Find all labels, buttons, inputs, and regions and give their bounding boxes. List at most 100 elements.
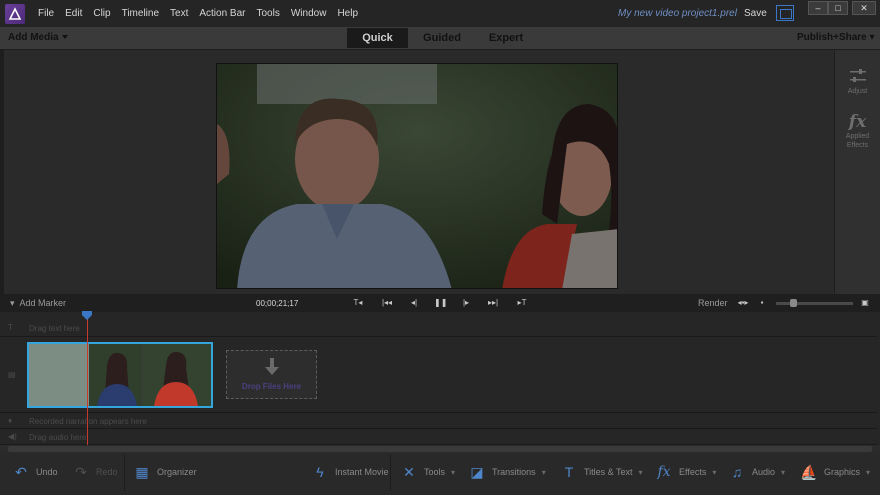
separator bbox=[390, 455, 391, 491]
organizer-button[interactable]: ▦ Organizer bbox=[133, 461, 197, 483]
goto-start-icon[interactable]: T◂ bbox=[352, 298, 364, 308]
music-note-icon: ♫ bbox=[731, 464, 743, 480]
add-marker-label: Add Marker bbox=[19, 298, 67, 308]
drop-files-label: Drop Files Here bbox=[241, 382, 302, 391]
timeline-scrollbar[interactable] bbox=[0, 445, 880, 453]
zoom-in-icon[interactable]: ▣ bbox=[859, 298, 871, 308]
effects-label: Effects bbox=[679, 467, 707, 477]
instant-movie-button[interactable]: ϟ Instant Movie bbox=[311, 461, 389, 483]
instant-movie-label: Instant Movie bbox=[335, 467, 389, 477]
transitions-icon: ◪ bbox=[470, 463, 484, 480]
timeline-toolbar: ▾ Add Marker 00;00;21;17 T◂ |◂◂ ◂| ❚❚ |▸… bbox=[0, 295, 880, 312]
arrow-down-icon bbox=[264, 358, 279, 375]
drop-files-zone[interactable]: Drop Files Here bbox=[226, 350, 317, 399]
audio-label: Audio bbox=[752, 467, 776, 477]
graphics-label: Graphics bbox=[824, 467, 861, 477]
narration-track[interactable]: ♦ Recorded narration appears here bbox=[0, 413, 877, 429]
organizer-label: Organizer bbox=[157, 467, 197, 477]
app-logo-icon bbox=[5, 3, 25, 24]
applied-effects-button[interactable]: fx Applied Effects bbox=[835, 112, 880, 150]
menu-window[interactable]: Window bbox=[291, 8, 327, 19]
scrollbar-thumb[interactable] bbox=[8, 446, 872, 452]
close-button[interactable]: ✕ bbox=[852, 1, 876, 15]
text-track[interactable]: T Drag text here bbox=[0, 312, 877, 337]
sliders-icon bbox=[849, 69, 866, 82]
undo-label: Undo bbox=[36, 467, 58, 477]
chevron-down-icon bbox=[61, 35, 68, 39]
menu-tools[interactable]: Tools bbox=[257, 8, 280, 19]
step-back-icon[interactable]: ◂| bbox=[408, 298, 420, 308]
chevron-down-icon: ▾ bbox=[451, 467, 456, 477]
menu-timeline[interactable]: Timeline bbox=[122, 8, 159, 19]
zoom-slider-track[interactable] bbox=[776, 302, 853, 305]
next-edit-icon[interactable]: ▸▸| bbox=[487, 298, 499, 308]
zoom-out-icon[interactable]: ▪ bbox=[756, 298, 768, 308]
audio-track-hint: Drag audio here bbox=[29, 433, 87, 442]
transitions-button[interactable]: ◪ Transitions ▾ bbox=[468, 461, 545, 483]
menu-help[interactable]: Help bbox=[337, 8, 358, 19]
audio-track[interactable]: ◀) Drag audio here bbox=[0, 429, 877, 445]
text-track-icon: T bbox=[8, 323, 13, 332]
redo-button[interactable]: ↷ Redo bbox=[72, 461, 118, 483]
add-marker-button[interactable]: ▾ Add Marker bbox=[10, 298, 66, 309]
pause-icon[interactable]: ❚❚ bbox=[434, 298, 447, 308]
redo-icon: ↷ bbox=[75, 463, 87, 480]
minimize-button[interactable]: ‒ bbox=[808, 1, 828, 15]
render-button[interactable]: Render bbox=[698, 298, 728, 308]
save-button[interactable]: Save bbox=[744, 8, 767, 19]
tab-expert[interactable]: Expert bbox=[478, 28, 534, 48]
speaker-icon: ◀) bbox=[8, 432, 17, 441]
chevron-down-icon: ▾ bbox=[638, 467, 643, 477]
fit-timeline-icon[interactable]: ◂▪▸ bbox=[737, 298, 749, 308]
titles-text-button[interactable]: T Titles & Text ▾ bbox=[560, 461, 643, 483]
add-media-button[interactable]: Add Media bbox=[8, 32, 68, 43]
action-bar: ↶ Undo ↷ Redo ▦ Organizer ϟ Instant Movie ✕ T… bbox=[0, 453, 880, 495]
timecode: 00;00;21;17 bbox=[256, 299, 299, 308]
clip-thumbnail bbox=[29, 344, 89, 406]
step-forward-icon[interactable]: |▸ bbox=[460, 298, 472, 308]
video-track-icon: ▤ bbox=[8, 370, 16, 379]
publish-share-button[interactable]: Publish+Share ▾ bbox=[797, 32, 875, 43]
tools-label: Tools bbox=[424, 467, 446, 477]
zoom-slider-thumb[interactable] bbox=[790, 299, 797, 307]
add-media-label: Add Media bbox=[8, 32, 59, 43]
goto-end-icon[interactable]: ▸T bbox=[516, 298, 528, 308]
applied-effects-label-1: Applied bbox=[845, 133, 870, 140]
tab-guided[interactable]: Guided bbox=[414, 28, 470, 48]
undo-button[interactable]: ↶ Undo bbox=[12, 461, 58, 483]
adjust-button[interactable]: Adjust bbox=[835, 68, 880, 96]
project-title: My new video project1.prel bbox=[618, 8, 737, 19]
sailboat-icon: ⛵ bbox=[800, 463, 818, 480]
menu-file[interactable]: File bbox=[38, 8, 54, 19]
redo-label: Redo bbox=[96, 467, 118, 477]
tools-icon: ✕ bbox=[403, 463, 415, 480]
right-panel: Adjust fx Applied Effects bbox=[835, 50, 880, 294]
tools-button[interactable]: ✕ Tools ▾ bbox=[400, 461, 455, 483]
tab-quick[interactable]: Quick bbox=[347, 28, 408, 48]
video-frame-image bbox=[217, 64, 617, 288]
menu-action-bar[interactable]: Action Bar bbox=[199, 8, 245, 19]
fullscreen-icon[interactable] bbox=[776, 5, 794, 21]
maximize-button[interactable]: □ bbox=[828, 1, 848, 15]
microphone-icon: ♦ bbox=[8, 416, 13, 425]
menu-clip[interactable]: Clip bbox=[93, 8, 110, 19]
video-clip[interactable] bbox=[27, 342, 213, 408]
titles-text-label: Titles & Text bbox=[584, 467, 633, 477]
applied-effects-label-2: Effects bbox=[846, 142, 869, 149]
graphics-button[interactable]: ⛵ Graphics ▾ bbox=[800, 461, 870, 483]
transitions-label: Transitions bbox=[492, 467, 536, 477]
video-preview[interactable] bbox=[216, 63, 618, 289]
effects-button[interactable]: fx Effects ▾ bbox=[655, 461, 716, 483]
mode-bar: Add Media Quick Guided Expert Publish+Sh… bbox=[0, 27, 880, 49]
audio-button[interactable]: ♫ Audio ▾ bbox=[728, 461, 785, 483]
playhead-line[interactable] bbox=[87, 312, 88, 445]
undo-icon: ↶ bbox=[15, 463, 27, 480]
clip-thumbnail bbox=[142, 344, 211, 406]
separator bbox=[124, 455, 125, 491]
text-track-hint: Drag text here bbox=[29, 324, 80, 333]
menu-edit[interactable]: Edit bbox=[65, 8, 82, 19]
menu-text[interactable]: Text bbox=[170, 8, 188, 19]
previous-edit-icon[interactable]: |◂◂ bbox=[381, 298, 393, 308]
fx-icon: fx bbox=[848, 112, 867, 132]
chevron-down-icon: ▾ bbox=[781, 467, 786, 477]
